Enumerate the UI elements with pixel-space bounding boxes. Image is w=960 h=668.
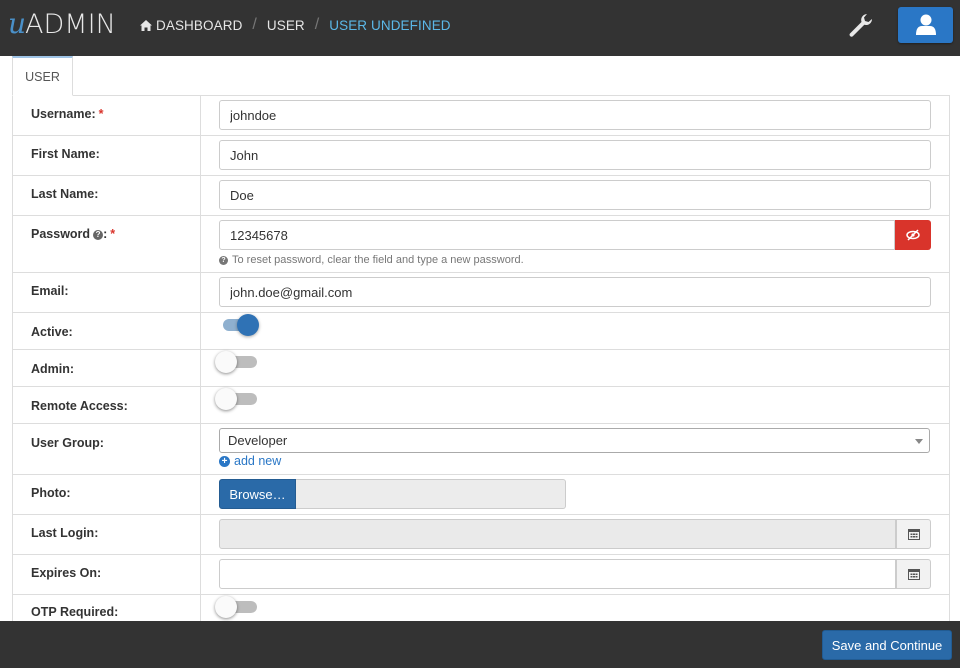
expires-on-calendar-button[interactable] [896, 559, 931, 589]
user-menu-button[interactable] [898, 7, 953, 43]
expires-on-label: Expires On: [13, 555, 201, 594]
breadcrumb-user[interactable]: USER [267, 18, 305, 33]
username-input[interactable] [219, 100, 931, 130]
form-row-last-login: Last Login: [13, 515, 949, 555]
form-row-username: Username: * [13, 96, 949, 136]
eye-slash-icon [906, 229, 920, 241]
help-icon: ? [219, 255, 228, 265]
form-row-remote-access: Remote Access: [13, 387, 949, 424]
browse-button[interactable]: Browse… [219, 479, 296, 509]
form-row-admin: Admin: [13, 350, 949, 387]
breadcrumb-separator: / [252, 16, 257, 33]
plus-circle-icon: + [219, 455, 230, 467]
user-group-selected-value: Developer [228, 433, 288, 448]
breadcrumb-dashboard-label: DASHBOARD [156, 17, 243, 33]
logo-prefix: u [8, 7, 26, 40]
add-new-group-link[interactable]: + add new [219, 454, 281, 468]
form-row-active: Active: [13, 313, 949, 350]
logo-text: ADMIN [25, 9, 116, 40]
form-row-last-name: Last Name: [13, 176, 949, 216]
home-icon [140, 19, 152, 31]
password-label: Password?: * [13, 216, 201, 272]
save-and-continue-button[interactable]: Save and Continue [822, 630, 952, 660]
form-row-user-group: User Group: Developer + add new [13, 424, 949, 475]
footer-bar: Save and Continue [0, 621, 960, 668]
first-name-input[interactable] [219, 140, 931, 170]
required-marker: * [110, 227, 116, 241]
form-tabs: USER [12, 56, 950, 96]
chevron-down-icon [915, 439, 923, 444]
required-marker: * [98, 107, 104, 121]
expires-on-input[interactable] [219, 559, 896, 589]
last-name-input[interactable] [219, 180, 931, 210]
top-navbar: u ADMIN DASHBOARD / USER / USER UNDEFINED [0, 0, 960, 56]
app-logo[interactable]: u ADMIN [8, 7, 116, 40]
breadcrumb: DASHBOARD / USER / USER UNDEFINED [140, 16, 451, 34]
active-label: Active: [13, 313, 201, 349]
user-form: Username:* First Name: Last Name: Passwo… [12, 96, 950, 635]
last-login-input [219, 519, 896, 549]
form-row-password: Password?:* ?To reset password, clear th… [13, 216, 949, 273]
user-group-select[interactable]: Developer [219, 428, 930, 453]
form-row-expires-on: Expires On: [13, 555, 949, 595]
admin-toggle[interactable] [215, 350, 257, 374]
breadcrumb-current: USER UNDEFINED [329, 17, 451, 33]
remote-access-toggle[interactable] [215, 387, 257, 411]
username-label: Username: * [13, 96, 201, 135]
email-label: Email: [13, 273, 201, 312]
photo-file-name-field[interactable] [296, 479, 566, 509]
last-login-label: Last Login: [13, 515, 201, 554]
password-input[interactable] [219, 220, 895, 250]
settings-button[interactable] [846, 11, 874, 39]
form-row-first-name: First Name: [13, 136, 949, 176]
admin-label: Admin: [13, 350, 201, 386]
last-login-calendar-button[interactable] [896, 519, 931, 549]
form-row-email: Email: [13, 273, 949, 313]
tab-user[interactable]: USER [12, 56, 73, 96]
remote-access-label: Remote Access: [13, 387, 201, 423]
form-row-photo: Photo: Browse… [13, 475, 949, 515]
password-help-text: ? To reset password, clear the field and … [219, 254, 524, 266]
calendar-icon [907, 569, 920, 580]
calendar-icon [907, 529, 920, 540]
last-name-label: Last Name: [13, 176, 201, 215]
otp-required-toggle[interactable] [215, 595, 257, 619]
wrench-icon [849, 14, 873, 37]
breadcrumb-dashboard[interactable]: DASHBOARD [140, 18, 242, 33]
toggle-password-visibility-button[interactable] [895, 220, 931, 250]
active-toggle[interactable] [219, 313, 259, 337]
first-name-label: First Name: [13, 136, 201, 175]
email-input[interactable] [219, 277, 931, 307]
breadcrumb-separator: / [314, 16, 320, 33]
user-group-label: User Group: [13, 424, 201, 474]
help-icon[interactable]: ? [93, 230, 104, 240]
photo-label: Photo: [13, 475, 201, 514]
user-icon [915, 14, 936, 35]
